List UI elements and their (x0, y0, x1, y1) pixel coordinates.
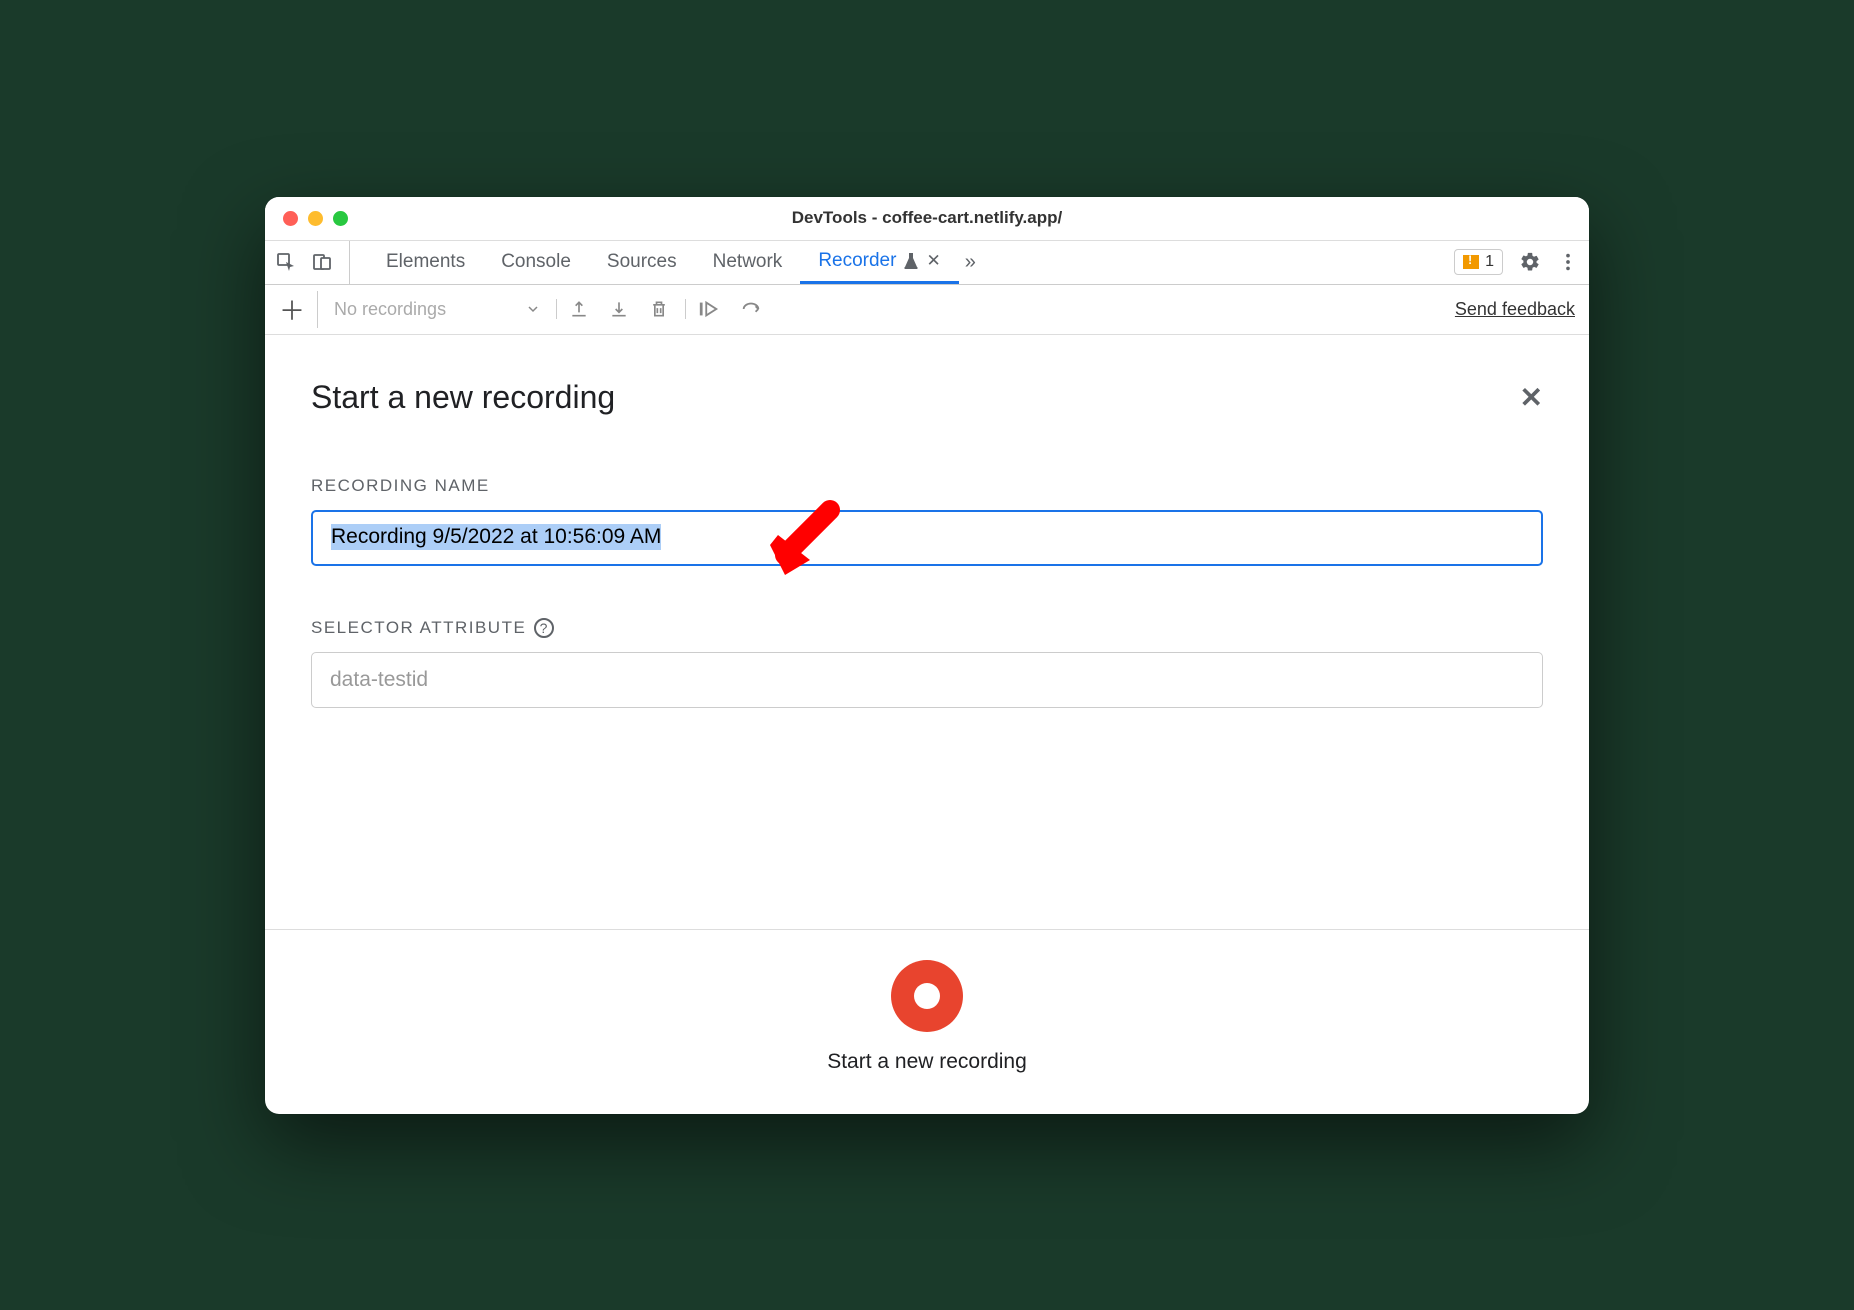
traffic-lights (265, 211, 348, 226)
window-title: DevTools - coffee-cart.netlify.app/ (265, 208, 1589, 228)
maximize-window-button[interactable] (333, 211, 348, 226)
more-menu-icon[interactable] (1557, 251, 1579, 273)
titlebar: DevTools - coffee-cart.netlify.app/ (265, 197, 1589, 241)
recording-name-input[interactable] (311, 510, 1543, 566)
settings-icon[interactable] (1519, 251, 1541, 273)
main-content: Start a new recording ✕ RECORDING NAME R… (265, 335, 1589, 1114)
delete-icon[interactable] (649, 299, 669, 319)
import-icon[interactable] (609, 299, 629, 319)
close-window-button[interactable] (283, 211, 298, 226)
minimize-window-button[interactable] (308, 211, 323, 226)
flask-icon (904, 253, 918, 269)
tab-console[interactable]: Console (483, 241, 589, 284)
tab-network[interactable]: Network (695, 241, 801, 284)
close-panel-button[interactable]: ✕ (1520, 381, 1543, 414)
warning-icon (1463, 255, 1479, 269)
page-title: Start a new recording (311, 379, 615, 416)
recording-name-label: RECORDING NAME (311, 476, 1543, 496)
selector-attribute-input[interactable] (311, 652, 1543, 708)
device-toggle-icon[interactable] (311, 251, 333, 273)
footer: Start a new recording (265, 929, 1589, 1114)
issues-badge[interactable]: 1 (1454, 249, 1503, 275)
more-tabs-button[interactable]: » (965, 251, 976, 274)
send-feedback-link[interactable]: Send feedback (1455, 299, 1575, 320)
record-icon (914, 983, 940, 1009)
tabs-row: Elements Console Sources Network Recorde… (265, 241, 1589, 285)
recordings-dropdown[interactable]: No recordings (334, 299, 540, 320)
recorder-toolbar: ＋ No recordings Send feedback (265, 285, 1589, 335)
start-recording-label: Start a new recording (827, 1050, 1027, 1074)
inspect-element-icon[interactable] (275, 251, 297, 273)
tab-sources[interactable]: Sources (589, 241, 695, 284)
chevron-down-icon (526, 302, 540, 316)
start-recording-button[interactable] (891, 960, 963, 1032)
selector-attribute-label: SELECTOR ATTRIBUTE ? (311, 618, 1543, 638)
tab-elements[interactable]: Elements (368, 241, 483, 284)
new-recording-button[interactable]: ＋ (279, 291, 318, 328)
help-icon[interactable]: ? (534, 618, 554, 638)
export-icon[interactable] (569, 299, 589, 319)
tab-recorder[interactable]: Recorder ✕ (800, 241, 958, 284)
step-icon[interactable] (698, 299, 720, 319)
devtools-window: DevTools - coffee-cart.netlify.app/ Elem… (265, 197, 1589, 1114)
replay-icon[interactable] (740, 299, 762, 319)
close-tab-icon[interactable]: ✕ (926, 251, 940, 271)
